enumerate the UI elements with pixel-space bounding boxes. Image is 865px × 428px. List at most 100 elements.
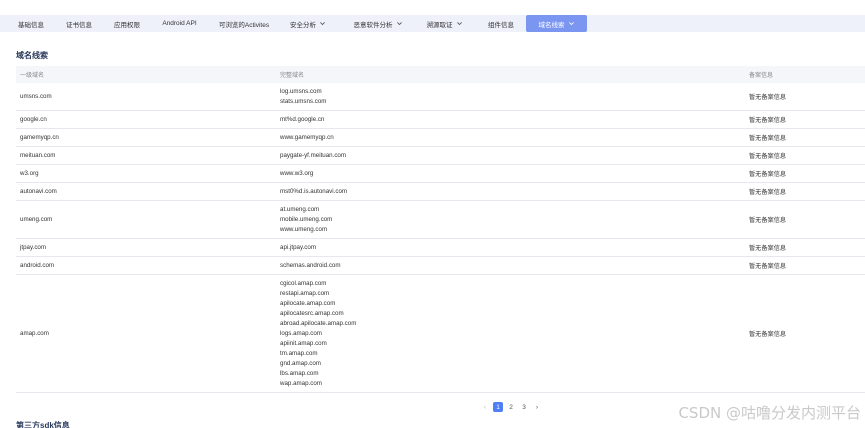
header-primary-domain: 一级域名: [20, 73, 45, 79]
table-header: 一级域名 完整域名 备案信息: [16, 66, 865, 83]
full-domain-cell: mst0%d.is.autonavi.com: [280, 187, 347, 197]
prev-page-button[interactable]: ‹: [480, 402, 490, 412]
primary-domain-cell: umeng.com: [20, 216, 53, 223]
tab-label: 可浏览的Activites: [218, 21, 270, 29]
full-domain-item: lbs.amap.com: [280, 369, 319, 377]
tab-3[interactable]: 应用权限: [104, 15, 150, 32]
full-domain-cell: cgicol.amap.com restapi.amap.com apilocate…: [280, 279, 356, 389]
page-2-button[interactable]: 2: [506, 402, 516, 412]
primary-domain-cell: android.com: [20, 262, 55, 269]
full-domain-item: wap.amap.com: [280, 379, 322, 387]
table-row: umsns.com log.umsns.com stats.umsns.com 暂无备…: [16, 83, 865, 111]
table-row: autonavi.com mst0%d.is.autonavi.com 暂无备案信息: [16, 183, 865, 201]
domain-table: 一级域名 完整域名 备案信息 umsns.com log.umsns.com sta…: [16, 66, 865, 393]
full-domain-item: stats.umsns.com: [280, 97, 327, 105]
page-1-button[interactable]: 1: [493, 402, 503, 412]
record-info-cell: 暂无备案信息: [749, 171, 787, 178]
header-record-info: 备案信息: [749, 73, 774, 79]
table-row: gamemyqp.cn www.gamemyqp.cn 暂无备案信息: [16, 129, 865, 147]
full-domain-cell: schemas.android.com: [280, 261, 341, 271]
full-domain-item: www.w3.org: [280, 169, 314, 177]
record-info-cell: 暂无备案信息: [749, 135, 787, 142]
table-row: umeng.com at.umeng.com mobile.umeng.com www…: [16, 201, 865, 239]
tab-5[interactable]: 可浏览的Activites: [209, 15, 279, 32]
table-row: meituan.com paygate-yf.meituan.com 暂无备案信息: [16, 147, 865, 165]
full-domain-item: mst0%d.is.autonavi.com: [280, 187, 348, 195]
chevron-down-icon: [396, 22, 402, 26]
table-row: google.cn mt%d.google.cn 暂无备案信息: [16, 111, 865, 129]
tab-6[interactable]: 安全分析: [282, 15, 334, 32]
full-domain-cell: www.gamemyqp.cn: [280, 133, 334, 143]
header-full-domain: 完整域名: [280, 73, 305, 79]
full-domain-item: abroad.apilocate.amap.com: [280, 319, 357, 327]
tab-label: 组件信息: [488, 21, 514, 29]
tab-bar: 基础信息 证书信息 应用权限 Android API 可浏览的Activites 安全分析…: [0, 15, 865, 32]
record-info-cell: 暂无备案信息: [749, 189, 787, 196]
pagination: ‹ 1 2 3 ›: [480, 402, 542, 412]
tab-1[interactable]: 基础信息: [0, 15, 62, 32]
tab-label: Android API: [162, 20, 197, 27]
tab-label: 恶意软件分析: [353, 21, 393, 29]
full-domain-cell: www.w3.org: [280, 169, 313, 179]
full-domain-cell: at.umeng.com mobile.umeng.com www.umeng.co…: [280, 205, 332, 235]
full-domain-item: www.gamemyqp.cn: [280, 133, 334, 141]
chevron-down-icon: [320, 22, 325, 26]
tab-label: 证书信息: [66, 21, 92, 29]
primary-domain-cell: google.cn: [20, 116, 47, 123]
primary-domain-cell: meituan.com: [20, 152, 56, 159]
watermark: CSDN @咕噜分发内测平台: [678, 404, 861, 422]
tab-label: 溯源取证: [426, 21, 453, 29]
primary-domain-cell: umsns.com: [20, 93, 52, 100]
full-domain-cell: mt%d.google.cn: [280, 115, 324, 125]
next-page-button[interactable]: ›: [532, 402, 542, 412]
page-3-button[interactable]: 3: [519, 402, 529, 412]
tab-8[interactable]: 溯源取证: [418, 15, 471, 32]
tab-2[interactable]: 证书信息: [56, 15, 102, 32]
primary-domain-cell: w3.org: [20, 170, 39, 177]
record-info-cell: 暂无备案信息: [749, 245, 787, 252]
table-row: android.com schemas.android.com 暂无备案信息: [16, 257, 865, 275]
record-info-cell: 暂无备案信息: [749, 117, 787, 124]
tab-label: 基础信息: [18, 21, 44, 29]
tab-7[interactable]: 恶意软件分析: [342, 15, 414, 32]
full-domain-item: log.umsns.com: [280, 87, 322, 95]
full-domain-item: logs.amap.com: [280, 329, 322, 337]
tab-10[interactable]: 域名线索: [526, 15, 587, 32]
full-domain-item: mt%d.google.cn: [280, 115, 325, 123]
full-domain-item: www.umeng.com: [280, 225, 328, 233]
full-domain-item: paygate-yf.meituan.com: [280, 151, 347, 159]
full-domain-item: gnd.amap.com: [280, 359, 321, 367]
tab-4[interactable]: Android API: [152, 15, 207, 32]
full-domain-item: restapi.amap.com: [280, 289, 330, 297]
record-info-cell: 暂无备案信息: [749, 94, 787, 101]
full-domain-item: at.umeng.com: [280, 205, 320, 213]
chevron-down-icon: [568, 22, 574, 26]
full-domain-cell: api.jtpay.com: [280, 243, 316, 253]
record-info-cell: 暂无备案信息: [749, 263, 787, 270]
primary-domain-cell: amap.com: [20, 330, 49, 337]
full-domain-item: mobile.umeng.com: [280, 215, 333, 223]
table-row: jtpay.com api.jtpay.com 暂无备案信息: [16, 239, 865, 257]
full-domain-item: schemas.android.com: [280, 261, 341, 269]
section-title: 域名线索: [16, 51, 48, 60]
tab-9[interactable]: 组件信息: [476, 15, 526, 32]
tab-label: 应用权限: [114, 21, 140, 29]
record-info-cell: 暂无备案信息: [749, 331, 787, 338]
table-row: amap.com cgicol.amap.com restapi.amap.com a…: [16, 275, 865, 393]
full-domain-item: apilocate.amap.com: [280, 299, 336, 307]
record-info-cell: 暂无备案信息: [749, 153, 787, 160]
primary-domain-cell: autonavi.com: [20, 188, 57, 195]
full-domain-item: apilocatesrc.amap.com: [280, 309, 344, 317]
full-domain-item: tm.amap.com: [280, 349, 318, 357]
record-info-cell: 暂无备案信息: [749, 217, 787, 224]
table-row: w3.org www.w3.org 暂无备案信息: [16, 165, 865, 183]
full-domain-cell: log.umsns.com stats.umsns.com: [280, 87, 326, 107]
full-domain-item: apiinit.amap.com: [280, 339, 327, 347]
next-section-title: 第三方sdk信息: [16, 421, 70, 428]
primary-domain-cell: jtpay.com: [20, 244, 47, 251]
table-body: umsns.com log.umsns.com stats.umsns.com 暂无备…: [16, 83, 865, 393]
full-domain-item: cgicol.amap.com: [280, 279, 327, 287]
full-domain-cell: paygate-yf.meituan.com: [280, 151, 346, 161]
tab-label: 域名线索: [538, 21, 565, 29]
chevron-down-icon: [456, 22, 462, 26]
